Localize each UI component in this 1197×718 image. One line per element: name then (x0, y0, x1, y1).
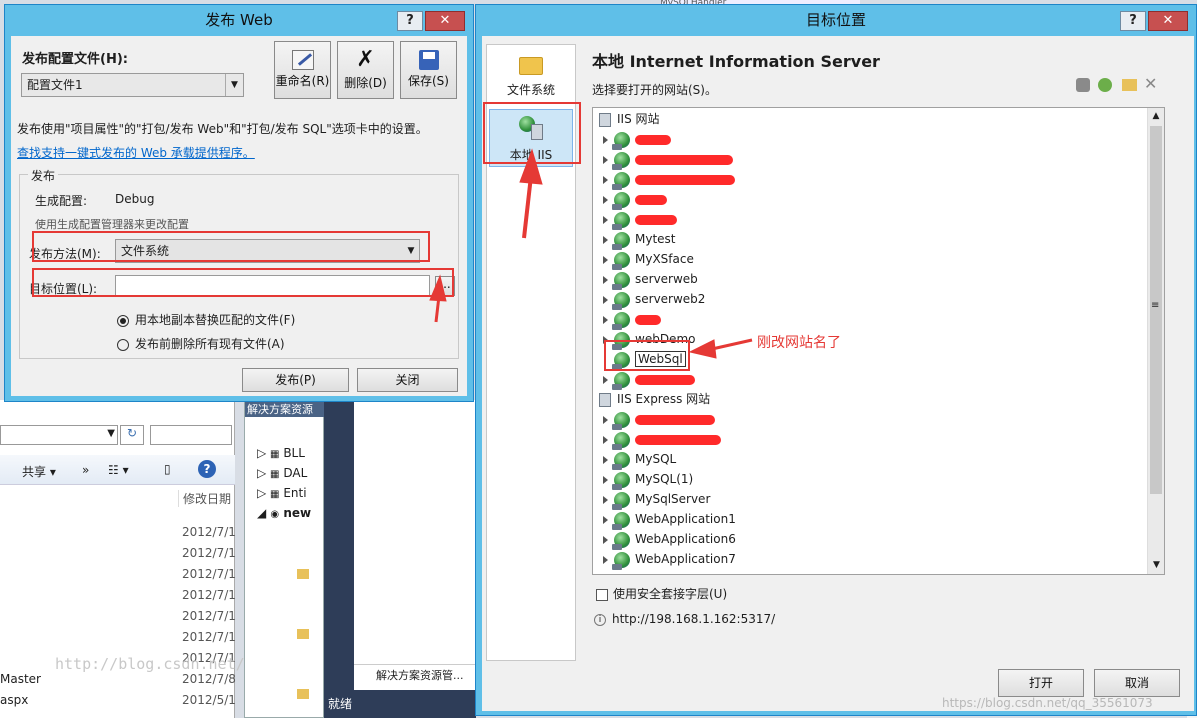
annotation-text: 刚改网站名了 (757, 335, 841, 351)
annotation-arrows (429, 148, 753, 359)
